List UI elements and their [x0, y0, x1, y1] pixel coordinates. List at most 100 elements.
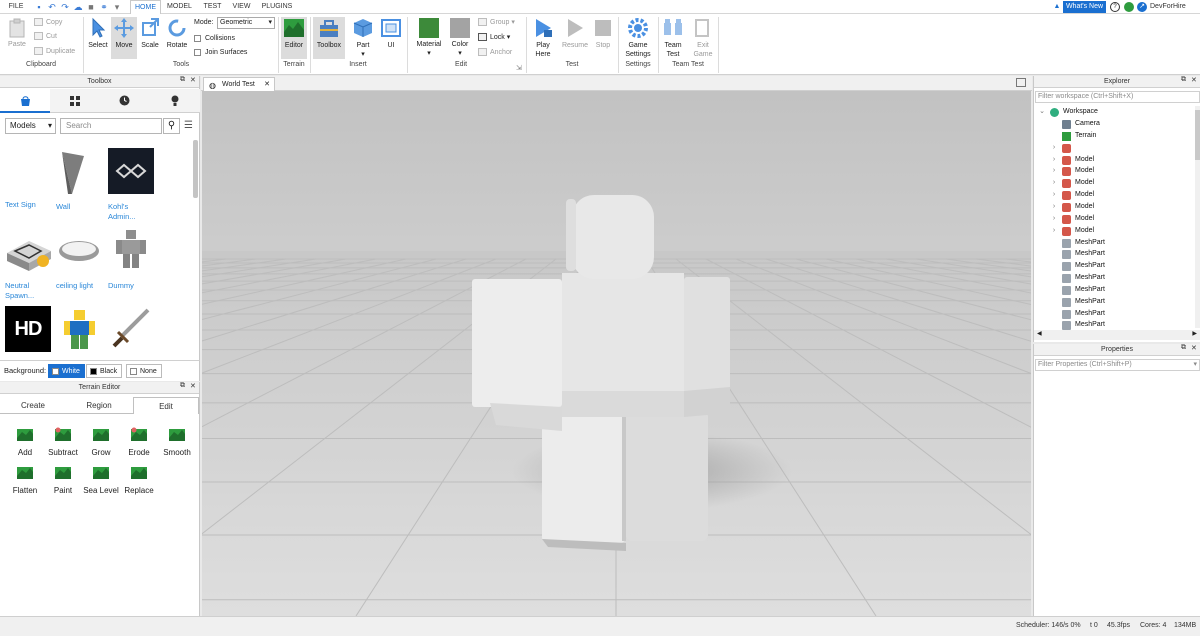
tab-region[interactable]: Region — [66, 397, 132, 414]
chevron-up-icon[interactable]: ▲ — [1052, 2, 1062, 12]
tab-creations[interactable] — [150, 89, 200, 113]
properties-filter-input[interactable]: Filter Properties (Ctrl+Shift+P) ▾ — [1035, 359, 1200, 371]
save-icon[interactable]: ▪ — [34, 2, 44, 12]
terrain-tool-sea-level[interactable]: Sea Level — [82, 464, 120, 495]
background-none-option[interactable]: None — [126, 364, 162, 378]
close-icon[interactable]: ✕ — [190, 76, 196, 84]
scale-button[interactable]: Scale — [138, 17, 162, 59]
chevron-right-icon[interactable]: › — [1050, 142, 1058, 154]
join-surfaces-checkbox[interactable] — [194, 48, 201, 56]
tab-world-test[interactable]: ◍ World Test ✕ — [203, 77, 275, 91]
duplicate-button[interactable]: Duplicate — [34, 46, 75, 58]
close-icon[interactable]: ✕ — [1191, 76, 1197, 84]
scrollbar-thumb[interactable] — [1195, 110, 1200, 160]
join-surfaces-toggle[interactable]: Join Surfaces — [194, 47, 247, 59]
chevron-right-icon[interactable]: › — [1050, 189, 1058, 201]
scroll-left-icon[interactable]: ◀ — [1037, 330, 1042, 337]
undock-icon[interactable]: ⧉ — [180, 76, 185, 84]
select-button[interactable]: Select — [86, 17, 110, 59]
toolbox-item-neutral-spawn[interactable]: Neutral Spawn... — [5, 227, 55, 301]
background-black-option[interactable]: Black — [86, 364, 123, 378]
username[interactable]: DevForHire — [1150, 0, 1192, 14]
3d-viewport[interactable] — [202, 91, 1031, 616]
background-white-option[interactable]: White — [48, 364, 85, 378]
lock-button[interactable]: Lock ▾ — [478, 32, 510, 44]
group-button[interactable]: Group ▾ — [478, 17, 515, 29]
stop-icon[interactable]: ■ — [86, 2, 96, 12]
toolbox-item-ceiling-light[interactable]: ceiling light — [56, 227, 106, 291]
chevron-right-icon[interactable]: › — [1050, 213, 1058, 225]
horizontal-scrollbar[interactable]: ◀ ▶ — [1034, 330, 1200, 340]
tab-home[interactable]: HOME — [130, 0, 161, 14]
filter-icon[interactable]: ☰ — [184, 120, 193, 131]
toolbox-scrollbar[interactable] — [193, 140, 198, 198]
chevron-right-icon[interactable]: › — [1050, 201, 1058, 213]
expand-icon[interactable]: ⇲ — [516, 64, 522, 72]
toolbox-item-text-sign[interactable]: Text Sign — [5, 148, 55, 210]
rotate-button[interactable]: Rotate — [164, 17, 190, 59]
terrain-tool-paint[interactable]: Paint — [44, 464, 82, 495]
terrain-tool-smooth[interactable]: Smooth — [158, 426, 196, 457]
undo-icon[interactable]: ↶ — [47, 2, 57, 12]
terrain-tool-subtract[interactable]: Subtract — [44, 426, 82, 457]
chevron-right-icon[interactable]: › — [1050, 165, 1058, 177]
share-icon[interactable]: ↗ — [1137, 2, 1147, 12]
explorer-filter-input[interactable]: Filter workspace (Ctrl+Shift+X) — [1035, 91, 1200, 103]
tab-inventory[interactable] — [50, 89, 100, 113]
search-input[interactable]: Search — [60, 118, 162, 134]
undock-icon[interactable]: ⧉ — [1181, 76, 1186, 84]
tab-create[interactable]: Create — [0, 397, 66, 414]
collisions-checkbox[interactable] — [194, 34, 201, 42]
cloud-icon[interactable]: ☁ — [73, 2, 83, 12]
game-settings-button[interactable]: Game Settings — [622, 17, 654, 59]
stop-button[interactable]: Stop — [592, 17, 614, 59]
toolbox-item-wall[interactable]: Wall — [56, 148, 106, 212]
toolbox-item-noob[interactable] — [56, 306, 106, 360]
toolbox-item-hd[interactable]: HD — [5, 306, 55, 358]
tab-view[interactable]: VIEW — [229, 0, 254, 14]
collisions-toggle[interactable]: Collisions — [194, 33, 235, 45]
close-icon[interactable]: ✕ — [1191, 344, 1197, 352]
ui-button[interactable]: UI — [379, 17, 403, 59]
whats-new-button[interactable]: What's New — [1063, 1, 1106, 13]
chevron-right-icon[interactable]: › — [1050, 177, 1058, 189]
terrain-editor-button[interactable]: Editor — [281, 17, 307, 59]
team-test-button[interactable]: Team Test — [660, 17, 686, 59]
move-button[interactable]: Move — [111, 17, 137, 59]
scroll-right-icon[interactable]: ▶ — [1192, 330, 1197, 337]
tab-recent[interactable] — [100, 89, 150, 113]
paste-button[interactable]: Paste — [4, 18, 30, 56]
tab-test[interactable]: TEST — [200, 0, 225, 14]
tab-marketplace[interactable] — [0, 89, 50, 113]
toolbox-button[interactable]: Toolbox — [313, 17, 345, 59]
close-icon[interactable]: ✕ — [264, 78, 270, 91]
close-icon[interactable]: ✕ — [190, 382, 196, 390]
maximize-icon[interactable] — [1016, 78, 1026, 87]
terrain-tool-grow[interactable]: Grow — [82, 426, 120, 457]
cut-button[interactable]: Cut — [34, 31, 57, 43]
terrain-tool-erode[interactable]: Erode — [120, 426, 158, 457]
customize-icon[interactable]: ▾ — [112, 2, 122, 12]
undock-icon[interactable]: ⧉ — [180, 382, 185, 390]
file-menu[interactable]: FILE — [4, 0, 28, 14]
undock-icon[interactable]: ⧉ — [1181, 344, 1186, 352]
tab-plugins[interactable]: PLUGINS — [259, 0, 295, 14]
resume-button[interactable]: Resume — [560, 17, 590, 59]
copy-button[interactable]: Copy — [34, 17, 62, 29]
exit-game-button[interactable]: Exit Game — [690, 17, 716, 59]
terrain-tool-add[interactable]: Add — [6, 426, 44, 457]
terrain-tool-replace[interactable]: Replace — [120, 464, 158, 495]
tab-model[interactable]: MODEL — [164, 0, 195, 14]
chevron-down-icon[interactable]: ▾ — [1193, 360, 1197, 370]
chevron-down-icon[interactable]: ⌄ — [1038, 106, 1046, 118]
chevron-right-icon[interactable]: › — [1050, 225, 1058, 237]
binoculars-icon[interactable]: ⚭ — [99, 2, 109, 12]
category-dropdown[interactable]: Models ▾ — [5, 118, 56, 134]
toolbox-item-sword[interactable] — [108, 306, 158, 360]
anchor-button[interactable]: Anchor — [478, 47, 512, 59]
toolbox-item-kohls-admin[interactable]: Kohl's Admin... — [108, 148, 158, 222]
search-button[interactable]: ⚲ — [163, 118, 180, 134]
redo-icon[interactable]: ↷ — [60, 2, 70, 12]
mode-dropdown[interactable]: Geometric ▾ — [217, 17, 275, 29]
terrain-tool-flatten[interactable]: Flatten — [6, 464, 44, 495]
